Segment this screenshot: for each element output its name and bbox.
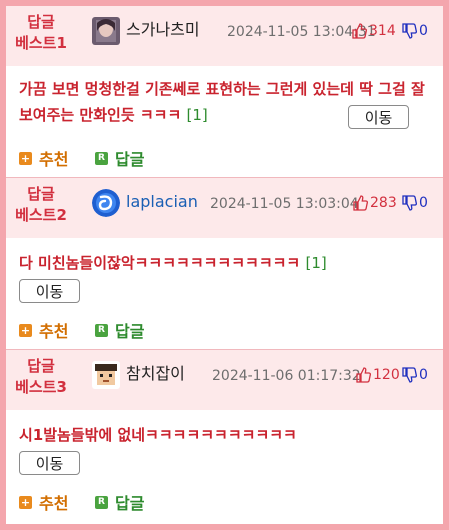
downvote-count: 0 <box>419 367 428 383</box>
r-square-icon: R <box>95 495 108 509</box>
thumbs-up-icon <box>356 367 371 383</box>
plus-square-icon: + <box>19 323 32 337</box>
thumbs-down-icon <box>402 23 417 39</box>
reply-count: [1] <box>305 254 327 272</box>
upvote-count: 120 <box>373 367 400 383</box>
nickname[interactable]: laplacian <box>126 191 198 213</box>
r-square-icon: R <box>95 151 108 165</box>
reply-button[interactable]: R 답글 <box>95 318 144 342</box>
reply-count: [1] <box>186 106 208 124</box>
avatar[interactable] <box>92 189 120 217</box>
thumbs-up-icon <box>353 195 368 211</box>
recommend-button[interactable]: + 추천 <box>19 146 68 170</box>
nickname[interactable]: 참치잡이 <box>126 363 185 385</box>
rank-label: 답글 베스트1 <box>15 13 67 52</box>
upvote[interactable]: 120 <box>355 365 400 385</box>
recommend-button[interactable]: + 추천 <box>19 318 68 342</box>
upvote[interactable]: 314 <box>351 21 396 41</box>
thumbs-down-icon <box>402 367 417 383</box>
reply-header: 답글 베스트1 스가나츠미 2024-11-05 13:04:31 314 0 <box>6 6 443 66</box>
upvote-count: 283 <box>370 195 397 211</box>
downvote-count: 0 <box>419 195 428 211</box>
plus-square-icon: + <box>19 151 32 165</box>
move-button[interactable]: 이동 <box>19 451 80 475</box>
rank-label: 답글 베스트2 <box>15 185 67 224</box>
move-button[interactable]: 이동 <box>19 279 80 303</box>
best-reply-2: 답글 베스트2 laplacian 2024-11-05 13:03:04 28… <box>6 178 443 350</box>
r-square-icon: R <box>95 323 108 337</box>
nickname[interactable]: 스가나츠미 <box>126 19 200 41</box>
best-reply-1: 답글 베스트1 스가나츠미 2024-11-05 13:04:31 314 0 <box>6 6 443 178</box>
rank-label: 답글 베스트3 <box>15 357 67 396</box>
reply-text: 다 미친놈들이잖악ㅋㅋㅋㅋㅋㅋㅋㅋㅋㅋㅋㅋ [1] <box>19 254 327 272</box>
best-reply-3: 답글 베스트3 참치잡이 2024-11-06 01:17:32 120 0 시… <box>6 350 443 524</box>
downvote-count: 0 <box>419 23 428 39</box>
reply-button[interactable]: R 답글 <box>95 490 144 514</box>
move-button[interactable]: 이동 <box>348 105 409 129</box>
avatar[interactable] <box>92 361 120 389</box>
downvote[interactable]: 0 <box>401 21 428 41</box>
upvote[interactable]: 283 <box>352 193 397 213</box>
reply-button[interactable]: R 답글 <box>95 146 144 170</box>
recommend-button[interactable]: + 추천 <box>19 490 68 514</box>
reply-header: 답글 베스트2 laplacian 2024-11-05 13:03:04 28… <box>6 178 443 238</box>
plus-square-icon: + <box>19 495 32 509</box>
downvote[interactable]: 0 <box>401 193 428 213</box>
timestamp: 2024-11-05 13:03:04 <box>210 196 359 212</box>
thumbs-down-icon <box>402 195 417 211</box>
avatar[interactable] <box>92 17 120 45</box>
thumbs-up-icon <box>352 23 367 39</box>
downvote[interactable]: 0 <box>401 365 428 385</box>
upvote-count: 314 <box>369 23 396 39</box>
best-replies-panel: 답글 베스트1 스가나츠미 2024-11-05 13:04:31 314 0 <box>6 6 443 524</box>
reply-text: 시1발놈들밖에 없네ㅋㅋㅋㅋㅋㅋㅋㅋㅋㅋㅋ <box>19 426 297 444</box>
reply-header: 답글 베스트3 참치잡이 2024-11-06 01:17:32 120 0 <box>6 350 443 410</box>
timestamp: 2024-11-06 01:17:32 <box>212 368 361 384</box>
